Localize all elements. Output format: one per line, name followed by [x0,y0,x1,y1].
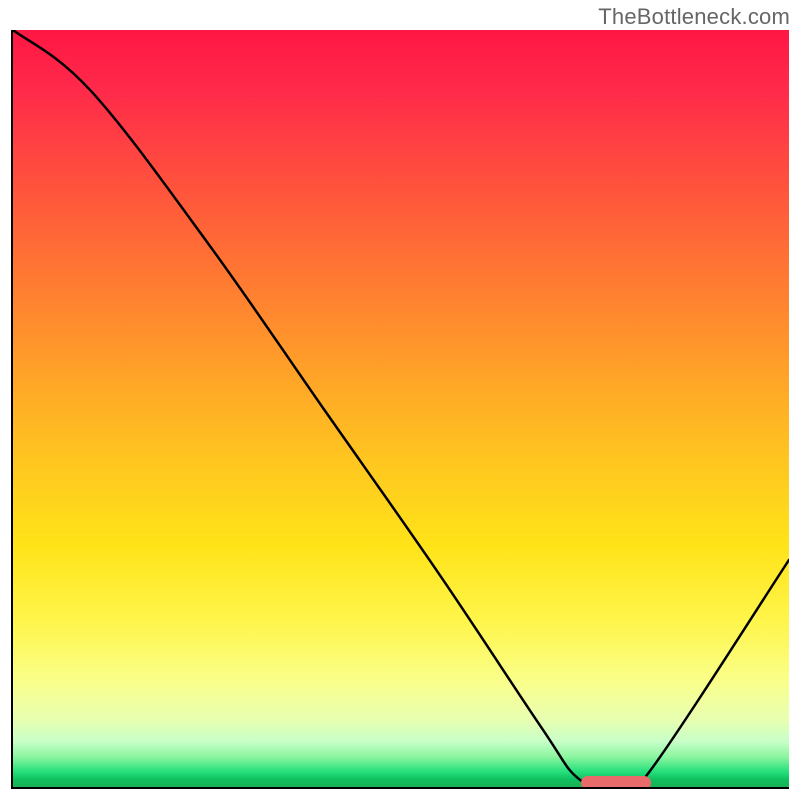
bottleneck-curve [13,30,789,787]
watermark-text: TheBottleneck.com [598,4,790,30]
chart-container: TheBottleneck.com [0,0,800,800]
optimal-range-marker [581,776,651,789]
plot-area [11,30,789,789]
